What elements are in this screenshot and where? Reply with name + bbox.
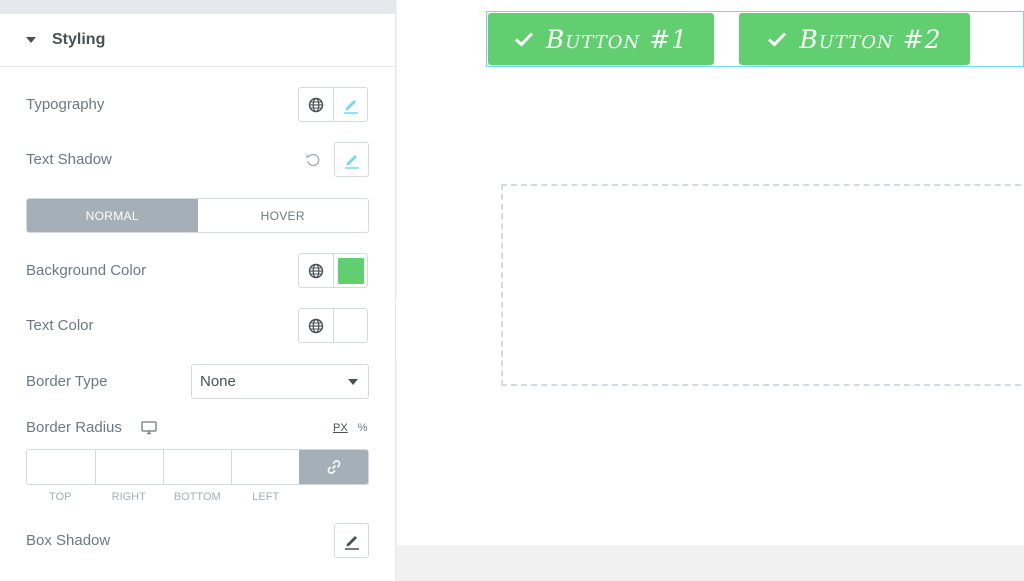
button-1-label: Button #1 bbox=[545, 24, 689, 54]
background-color-picker[interactable] bbox=[333, 254, 367, 287]
style-panel: Styling Typography Text Shadow NORMAL HO… bbox=[0, 0, 396, 581]
typography-label: Typography bbox=[26, 96, 105, 113]
unit-percent[interactable]: % bbox=[358, 422, 368, 434]
box-shadow-label: Box Shadow bbox=[26, 532, 111, 549]
background-color-controls bbox=[298, 253, 368, 288]
typography-controls bbox=[298, 87, 368, 122]
caret-down-icon bbox=[26, 37, 36, 43]
styling-section-header[interactable]: Styling bbox=[0, 14, 396, 67]
link-values-button[interactable] bbox=[299, 450, 368, 484]
border-type-label: Border Type bbox=[26, 373, 108, 390]
check-icon bbox=[514, 32, 533, 47]
pencil-icon bbox=[344, 154, 359, 169]
border-type-value: None bbox=[200, 373, 236, 390]
text-color-global-button[interactable] bbox=[299, 309, 333, 342]
unit-switcher: PX % bbox=[333, 422, 367, 434]
button-2[interactable]: Button #2 bbox=[739, 13, 970, 65]
text-shadow-label: Text Shadow bbox=[26, 151, 112, 168]
state-tabs: NORMAL HOVER bbox=[26, 198, 369, 233]
text-color-label: Text Color bbox=[26, 317, 94, 334]
radius-right-input[interactable] bbox=[95, 450, 163, 484]
background-color-label: Background Color bbox=[26, 262, 147, 279]
border-radius-dimensions bbox=[26, 449, 369, 485]
desktop-icon[interactable] bbox=[141, 421, 157, 435]
radius-bottom-input[interactable] bbox=[163, 450, 231, 484]
panel-top-strip bbox=[0, 0, 396, 14]
dimension-labels: TOP RIGHT BOTTOM LEFT bbox=[26, 491, 369, 503]
typography-edit-button[interactable] bbox=[333, 88, 367, 121]
globe-icon bbox=[308, 263, 324, 278]
background-color-global-button[interactable] bbox=[299, 254, 333, 287]
radius-left-input[interactable] bbox=[231, 450, 299, 484]
typography-global-button[interactable] bbox=[299, 88, 333, 121]
link-icon bbox=[327, 460, 340, 474]
empty-section-placeholder[interactable] bbox=[501, 184, 1024, 386]
button-1[interactable]: Button #1 bbox=[488, 13, 714, 65]
text-color-picker[interactable] bbox=[333, 309, 367, 342]
tab-normal[interactable]: NORMAL bbox=[27, 199, 198, 232]
text-color-controls bbox=[298, 308, 368, 343]
dim-label-top: TOP bbox=[49, 491, 72, 503]
text-shadow-edit-button[interactable] bbox=[334, 142, 369, 177]
dim-label-bottom: BOTTOM bbox=[173, 491, 221, 503]
check-icon bbox=[768, 32, 787, 47]
dim-label-right: RIGHT bbox=[111, 491, 146, 503]
section-title: Styling bbox=[52, 31, 106, 48]
border-type-select[interactable]: None bbox=[191, 364, 369, 399]
color-swatch bbox=[337, 257, 364, 284]
pencil-icon bbox=[343, 99, 358, 114]
tab-hover[interactable]: HOVER bbox=[197, 199, 368, 232]
chevron-down-icon bbox=[348, 378, 358, 385]
pencil-icon bbox=[344, 535, 359, 550]
unit-px[interactable]: PX bbox=[333, 422, 348, 434]
box-shadow-edit-button[interactable] bbox=[334, 523, 369, 558]
button-2-label: Button #2 bbox=[799, 24, 942, 54]
dim-label-left: LEFT bbox=[252, 491, 280, 503]
globe-icon bbox=[308, 318, 324, 333]
globe-icon bbox=[308, 97, 324, 112]
reset-icon[interactable] bbox=[305, 152, 321, 168]
radius-top-input[interactable] bbox=[27, 450, 95, 484]
border-radius-label: Border Radius bbox=[26, 419, 122, 436]
